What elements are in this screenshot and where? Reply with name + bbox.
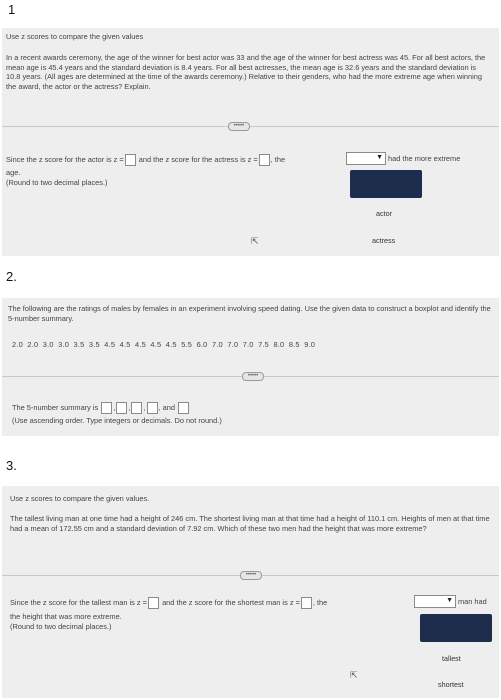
q1-round-note: (Round to two decimal places.) bbox=[6, 178, 108, 187]
q3-answer-text-e: the height that was more extreme. bbox=[10, 612, 122, 621]
question-3-panel: Use z scores to compare the given values… bbox=[2, 486, 499, 698]
q3-answer-text-a: Since the z score for the tallest man is… bbox=[10, 597, 147, 607]
q1-title: Use z scores to compare the given values bbox=[6, 32, 144, 41]
q1-option-actor[interactable]: actor bbox=[376, 209, 392, 218]
q3-answer-text-c: , the bbox=[312, 597, 328, 607]
mouse-cursor-icon: ⇱ bbox=[350, 670, 358, 680]
q3-dropdown-highlight bbox=[420, 614, 492, 642]
q1-answer-text-a: Since the z score for the actor is z = bbox=[6, 154, 124, 164]
q3-answer-text-b: and the z score for the shortest man is … bbox=[162, 597, 300, 607]
q1-option-actress[interactable]: actress bbox=[372, 236, 395, 245]
dropdown-arrow-icon: ▼ bbox=[376, 154, 383, 161]
actor-z-input[interactable] bbox=[124, 154, 136, 166]
q2-data-values: 2.0 2.0 3.0 3.0 3.5 3.5 4.5 4.5 4.5 4.5 … bbox=[12, 340, 316, 349]
q1-divider bbox=[2, 126, 499, 127]
tallest-z-input[interactable] bbox=[148, 597, 159, 609]
q3-answer-line: Since the z score for the tallest man is… bbox=[10, 597, 327, 609]
q2-summary-line: The 5-number summary is ,,,, and bbox=[12, 402, 190, 414]
q1-answer-dropdown[interactable]: ▼ bbox=[346, 152, 386, 165]
dropdown-arrow-icon: ▼ bbox=[446, 597, 453, 604]
q3-answer-text-d: man had bbox=[458, 597, 487, 606]
q2-note: (Use ascending order. Type integers or d… bbox=[12, 416, 222, 425]
q3-problem-text: The tallest living man at one time had a… bbox=[10, 514, 490, 533]
q3-title: Use z scores to compare the given values… bbox=[10, 494, 150, 503]
q3-option-tallest[interactable]: tallest bbox=[442, 654, 461, 663]
q1-answer-text-d: had the more extreme bbox=[388, 154, 461, 163]
q1-more-button[interactable]: ••••• bbox=[228, 122, 250, 131]
q3-option-shortest[interactable]: shortest bbox=[438, 680, 464, 689]
q3-answer-dropdown[interactable]: ▼ bbox=[414, 595, 456, 608]
question-number-1: 1 bbox=[8, 2, 16, 17]
question-1-panel: Use z scores to compare the given values… bbox=[2, 28, 499, 256]
q1-answer-text-e: age. bbox=[6, 168, 21, 177]
q3-more-button[interactable]: ••••• bbox=[240, 571, 262, 580]
question-2-panel: The following are the ratings of males b… bbox=[2, 298, 499, 436]
summary-q1-input[interactable] bbox=[116, 402, 128, 414]
question-number-2: 2. bbox=[6, 269, 17, 284]
q2-and-label: and bbox=[162, 402, 175, 412]
mouse-cursor-icon: ⇱ bbox=[251, 236, 259, 246]
shortest-z-input[interactable] bbox=[300, 597, 312, 609]
q3-round-note: (Round to two decimal places.) bbox=[10, 622, 112, 631]
actress-z-input[interactable] bbox=[258, 154, 270, 166]
summary-max-input[interactable] bbox=[178, 402, 190, 414]
summary-min-input[interactable] bbox=[101, 402, 113, 414]
q2-problem-text: The following are the ratings of males b… bbox=[8, 304, 491, 323]
q1-problem-text: In a recent awards ceremony, the age of … bbox=[6, 53, 486, 91]
q1-answer-text-b: and the z score for the actress is z = bbox=[138, 154, 258, 164]
q2-more-button[interactable]: ••••• bbox=[242, 372, 264, 381]
q1-answer-text-c: , the bbox=[270, 154, 286, 164]
q2-summary-label: The 5-number summary is bbox=[12, 402, 99, 412]
summary-median-input[interactable] bbox=[131, 402, 143, 414]
q1-dropdown-highlight bbox=[350, 170, 422, 198]
question-number-3: 3. bbox=[6, 458, 17, 473]
summary-q3-input[interactable] bbox=[146, 402, 158, 414]
